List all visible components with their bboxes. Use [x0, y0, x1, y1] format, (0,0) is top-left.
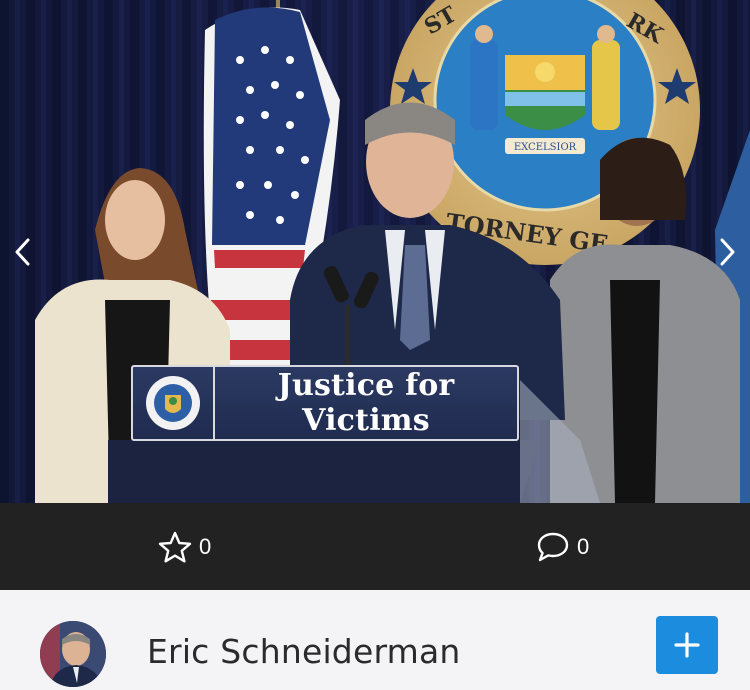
comment-icon [537, 532, 569, 561]
comment-button[interactable]: 0 [536, 503, 589, 590]
podium-sign: Justice for Victims [131, 365, 519, 441]
avatar[interactable] [40, 621, 106, 687]
chevron-left-icon [15, 238, 30, 266]
post-photo[interactable]: ST RK TORNEY GE EXCELSIOR Justice for Vi… [0, 0, 750, 503]
favorite-button[interactable]: 0 [158, 503, 211, 590]
comment-count: 0 [577, 533, 590, 559]
svg-text:EXCELSIOR: EXCELSIOR [514, 142, 577, 153]
author-row: Eric Schneiderman [0, 590, 750, 690]
plus-icon [674, 632, 700, 658]
attorney-general-seal [133, 367, 215, 439]
follow-button[interactable] [656, 616, 718, 674]
podium-text: Justice for Victims [277, 368, 455, 438]
favorite-count: 0 [199, 533, 212, 559]
action-bar: 0 0 [0, 503, 750, 590]
previous-photo-button[interactable] [2, 230, 42, 274]
next-photo-button[interactable] [708, 230, 748, 274]
chevron-right-icon [720, 238, 735, 266]
star-icon [158, 531, 192, 562]
author-name[interactable]: Eric Schneiderman [147, 632, 461, 671]
